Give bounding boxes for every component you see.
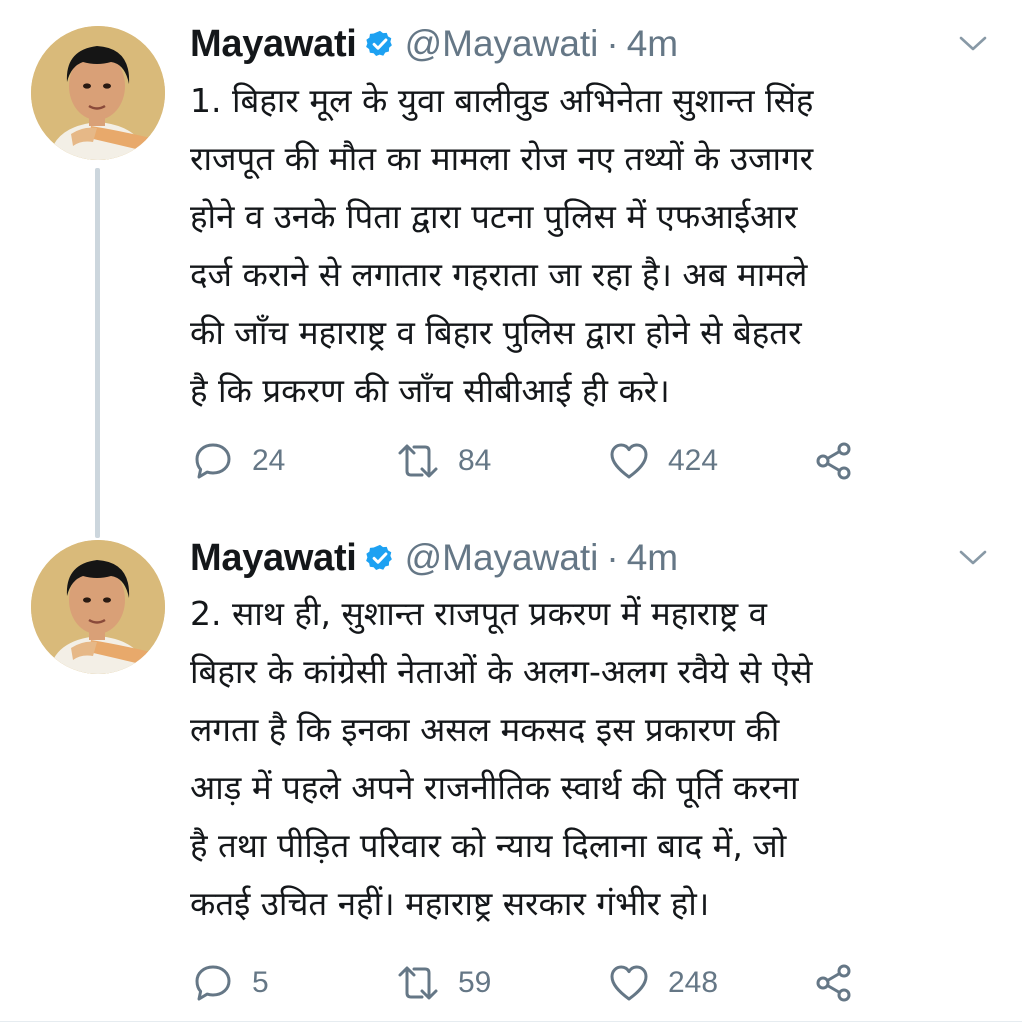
retweet-button[interactable]: 59: [396, 958, 491, 1008]
share-button[interactable]: [814, 436, 854, 486]
timestamp[interactable]: 4m: [627, 23, 678, 65]
reply-icon: [192, 962, 234, 1004]
heart-icon: [608, 963, 650, 1003]
retweet-icon: [396, 963, 440, 1003]
tweet-header: Mayawati @Mayawati · 4m: [190, 22, 678, 66]
retweet-icon: [396, 441, 440, 481]
reply-count: 24: [252, 444, 286, 477]
avatar[interactable]: [31, 540, 165, 674]
retweet-count: 84: [458, 444, 492, 477]
author-name[interactable]: Mayawati: [190, 23, 357, 66]
reply-icon: [192, 440, 234, 482]
reply-button[interactable]: 24: [192, 436, 285, 486]
reply-button[interactable]: 5: [192, 958, 269, 1008]
timestamp[interactable]: 4m: [627, 537, 678, 579]
heart-icon: [608, 441, 650, 481]
like-count: 424: [668, 444, 719, 477]
tweet-2[interactable]: Mayawati @Mayawati · 4m 2. साथ ही, सुशान…: [0, 510, 1022, 1024]
author-handle[interactable]: @Mayawati: [405, 537, 599, 579]
share-icon: [814, 963, 854, 1003]
share-icon: [814, 441, 854, 481]
retweet-count: 59: [458, 966, 492, 999]
chevron-down-icon[interactable]: [958, 548, 988, 568]
reply-count: 5: [252, 966, 269, 999]
tweet-header: Mayawati @Mayawati · 4m: [190, 536, 678, 580]
like-button[interactable]: 248: [608, 958, 718, 1008]
thread-connector-line: [95, 168, 100, 538]
author-handle[interactable]: @Mayawati: [405, 23, 599, 65]
share-button[interactable]: [814, 958, 854, 1008]
author-name[interactable]: Mayawati: [190, 537, 357, 580]
chevron-down-icon[interactable]: [958, 34, 988, 54]
verified-badge-icon: [365, 543, 395, 573]
tweet-actions: 24 84 424: [192, 436, 892, 486]
tweet-text: 2. साथ ही, सुशान्त राजपूत प्रकरण में महा…: [190, 594, 813, 923]
tweet-text: 1. बिहार मूल के युवा बालीवुड अभिनेता सुश…: [190, 81, 814, 410]
tweet-1[interactable]: Mayawati @Mayawati · 4m 1. बिहार मूल के …: [0, 0, 1022, 538]
tweet-actions: 5 59 248: [192, 958, 892, 1008]
divider: [0, 1021, 1022, 1022]
like-button[interactable]: 424: [608, 436, 718, 486]
separator-dot: ·: [606, 537, 619, 578]
separator-dot: ·: [606, 23, 619, 64]
retweet-button[interactable]: 84: [396, 436, 491, 486]
avatar[interactable]: [31, 26, 165, 160]
like-count: 248: [668, 966, 719, 999]
verified-badge-icon: [365, 29, 395, 59]
